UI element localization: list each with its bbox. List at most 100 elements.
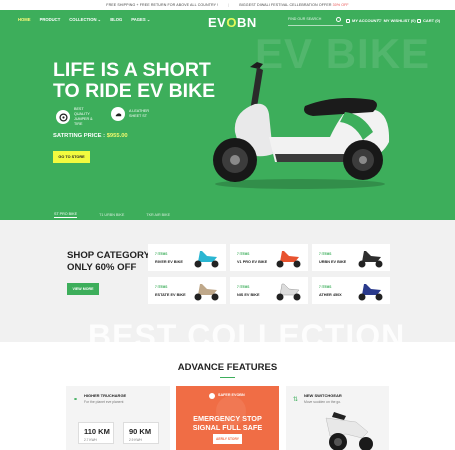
nav-product[interactable]: PRODUCT (40, 17, 61, 22)
panel-subtitle: For the planet eve planent (84, 400, 124, 404)
logo-part: EV (208, 15, 227, 30)
wishlist-label: MY WISHLIST (0) (383, 18, 416, 23)
hero-headline: LIFE IS A SHORT TO RIDE EV BIKE (53, 60, 215, 102)
range-unit: 2.9 KWH (129, 438, 142, 442)
category-name: RIVER EV BIKE (155, 260, 183, 264)
scooter-thumbnail (276, 283, 301, 301)
shipping-notice: FREE SHIPPING + FREE RETURN FOR ABOVE AL… (106, 3, 219, 7)
shield-icon (209, 393, 215, 399)
feature-panel-switchgear: ⇅ NEW SWITCHGEAR Move suolden on the go. (286, 386, 389, 450)
feature-leather: A LEATHER SHEET ST (111, 107, 155, 121)
nav-collection[interactable]: COLLECTION ⌄ (69, 17, 101, 22)
panel-title: HIGHER TRUCHARGE (84, 393, 127, 398)
category-name: ATHER 450X (319, 293, 342, 297)
safety-line-1: EMERGENCY STOP (193, 414, 262, 423)
feature-panel-safety: SAFER EVOBN EMERGENCY STOP SIGNAL FULL S… (176, 386, 279, 450)
category-card[interactable]: 7 ITEMS NIS EV BIKE (230, 277, 308, 304)
range-value: 90 KM (129, 427, 152, 436)
starting-price: SATRTING PRICE : $955.00 (53, 133, 128, 139)
cart-link[interactable]: CART (0) (417, 18, 440, 23)
nav-collection-label: COLLECTION (69, 17, 97, 22)
shop-category-title: SHOP CATEGORY ONLY 60% OFF (67, 250, 150, 274)
category-name: URBN EV BIKE (319, 260, 347, 264)
range-value: 110 KM (84, 427, 110, 436)
best-collection-watermark: BEST COLLECTION (88, 318, 406, 342)
tab-t1-urbn-bike[interactable]: T1 URBN BIKE (99, 213, 124, 217)
feature-leather-text: A LEATHER SHEET ST (129, 109, 150, 118)
page: FREE SHIPPING + FREE RETURN FOR ABOVE AL… (0, 0, 455, 450)
safety-line-2: SIGNAL FULL SAFE (192, 423, 263, 432)
advance-features-title: ADVANCE FEATURES (177, 362, 278, 373)
price-value: $955.00 (106, 133, 128, 139)
separator: | (228, 3, 230, 7)
title-underline (220, 377, 235, 378)
tab-tkr-air-bike[interactable]: TKR AIR BIKE (146, 213, 170, 217)
wishlist-link[interactable]: ♡ MY WISHLIST (0) (378, 18, 416, 23)
nav-home[interactable]: HOME (18, 17, 31, 22)
view-more-button[interactable]: VIEW MORE (67, 283, 99, 295)
logo-part: O (226, 15, 237, 30)
cart-icon (417, 18, 421, 23)
nav-pages-label: PAGES (131, 17, 146, 22)
story-button[interactable]: AERLY STORY (213, 434, 242, 444)
seat-icon (111, 107, 125, 121)
headline-line-1: LIFE IS A SHORT (53, 59, 211, 81)
title-line-2: ONLY 60% OFF (67, 262, 137, 273)
category-name: NIS EV BIKE (237, 293, 260, 297)
feature-quality: BEST QUALITY JUMPER & TIRE (56, 107, 100, 127)
category-count: 7 ITEMS (237, 285, 250, 289)
feature-panel-trucharge: ⚭ HIGHER TRUCHARGE For the planet eve pl… (66, 386, 170, 450)
safety-headline: EMERGENCY STOP SIGNAL FULL SAFE (176, 414, 279, 432)
switchgear-scooter-image (325, 412, 373, 450)
panel-subtitle: Move suolden on the go. (304, 400, 342, 404)
search-placeholder: FIND OUR SEARCH (288, 17, 322, 21)
cart-label: CART (0) (423, 18, 441, 23)
category-count: 7 ITEMS (155, 252, 168, 256)
category-count: 7 ITEMS (319, 285, 332, 289)
category-card[interactable]: 7 ITEMS URBN EV BIKE (312, 244, 390, 271)
nav-menu: HOME PRODUCT COLLECTION ⌄ BLOG PAGES ⌄ (18, 17, 150, 22)
category-card[interactable]: 7 ITEMS ESTATE EV BIKE (148, 277, 226, 304)
range-unit: 2.7 KWH (84, 438, 97, 442)
search-icon[interactable] (336, 17, 341, 22)
scooter-thumbnail (358, 284, 383, 301)
heart-icon: ♡ (378, 18, 382, 23)
go-to-store-button[interactable]: GO TO STORE (53, 151, 90, 163)
category-card[interactable]: 7 ITEMS ATHER 450X (312, 277, 390, 304)
site-logo[interactable]: EVOBN (208, 15, 257, 30)
user-icon (346, 18, 350, 23)
category-card[interactable]: 7 ITEMS V1 PRO EV BIKE (230, 244, 308, 271)
tire-icon (56, 110, 70, 124)
feature-quality-text: BEST QUALITY JUMPER & TIRE (74, 107, 93, 126)
hero-scooter-image (213, 62, 390, 189)
scooter-thumbnail (358, 251, 383, 268)
battery-icon: ⚭ (73, 397, 79, 403)
chevron-down-icon: ⌄ (97, 17, 102, 22)
range-box: 110 KM 2.7 KWH (78, 422, 114, 444)
category-name: V1 PRO EV BIKE (237, 260, 268, 264)
search-input[interactable]: FIND OUR SEARCH (288, 17, 343, 26)
title-line-1: SHOP CATEGORY (67, 250, 150, 261)
hero-banner: EV BIKE HOME PRODUCT COLLECTION ⌄ BLOG P… (0, 10, 455, 220)
hero-product-tabs: ST PRO BIKE T1 URBN BIKE TKR AIR BIKE (0, 209, 455, 220)
nav-pages[interactable]: PAGES ⌄ (131, 17, 150, 22)
account-link[interactable]: MY ACCOUNT (346, 18, 379, 23)
account-label: MY ACCOUNT (352, 18, 379, 23)
category-count: 7 ITEMS (237, 252, 250, 256)
scooter-thumbnail (194, 284, 219, 301)
scooter-thumbnail (194, 251, 219, 268)
tab-st-pro-bike[interactable]: ST PRO BIKE (54, 212, 78, 218)
shop-category-section: SHOP CATEGORY ONLY 60% OFF VIEW MORE 7 I… (0, 220, 455, 342)
offer-text: BIGGEST DIWALI FESTIVAL CELLEBRATION OFF… (239, 3, 332, 7)
category-count: 7 ITEMS (155, 285, 168, 289)
panel-title: NEW SWITCHGEAR (304, 393, 342, 398)
range-box: 90 KM 2.9 KWH (123, 422, 159, 444)
offer-highlight: 30% OFF (332, 3, 349, 7)
panel-label: SAFER EVOBN (218, 393, 245, 397)
main-nav: HOME PRODUCT COLLECTION ⌄ BLOG PAGES ⌄ E… (0, 10, 455, 33)
nav-blog[interactable]: BLOG (110, 17, 122, 22)
category-card[interactable]: 7 ITEMS RIVER EV BIKE (148, 244, 226, 271)
price-label: SATRTING PRICE : (53, 133, 106, 139)
category-count: 7 ITEMS (319, 252, 332, 256)
logo-part: BN (236, 15, 257, 30)
